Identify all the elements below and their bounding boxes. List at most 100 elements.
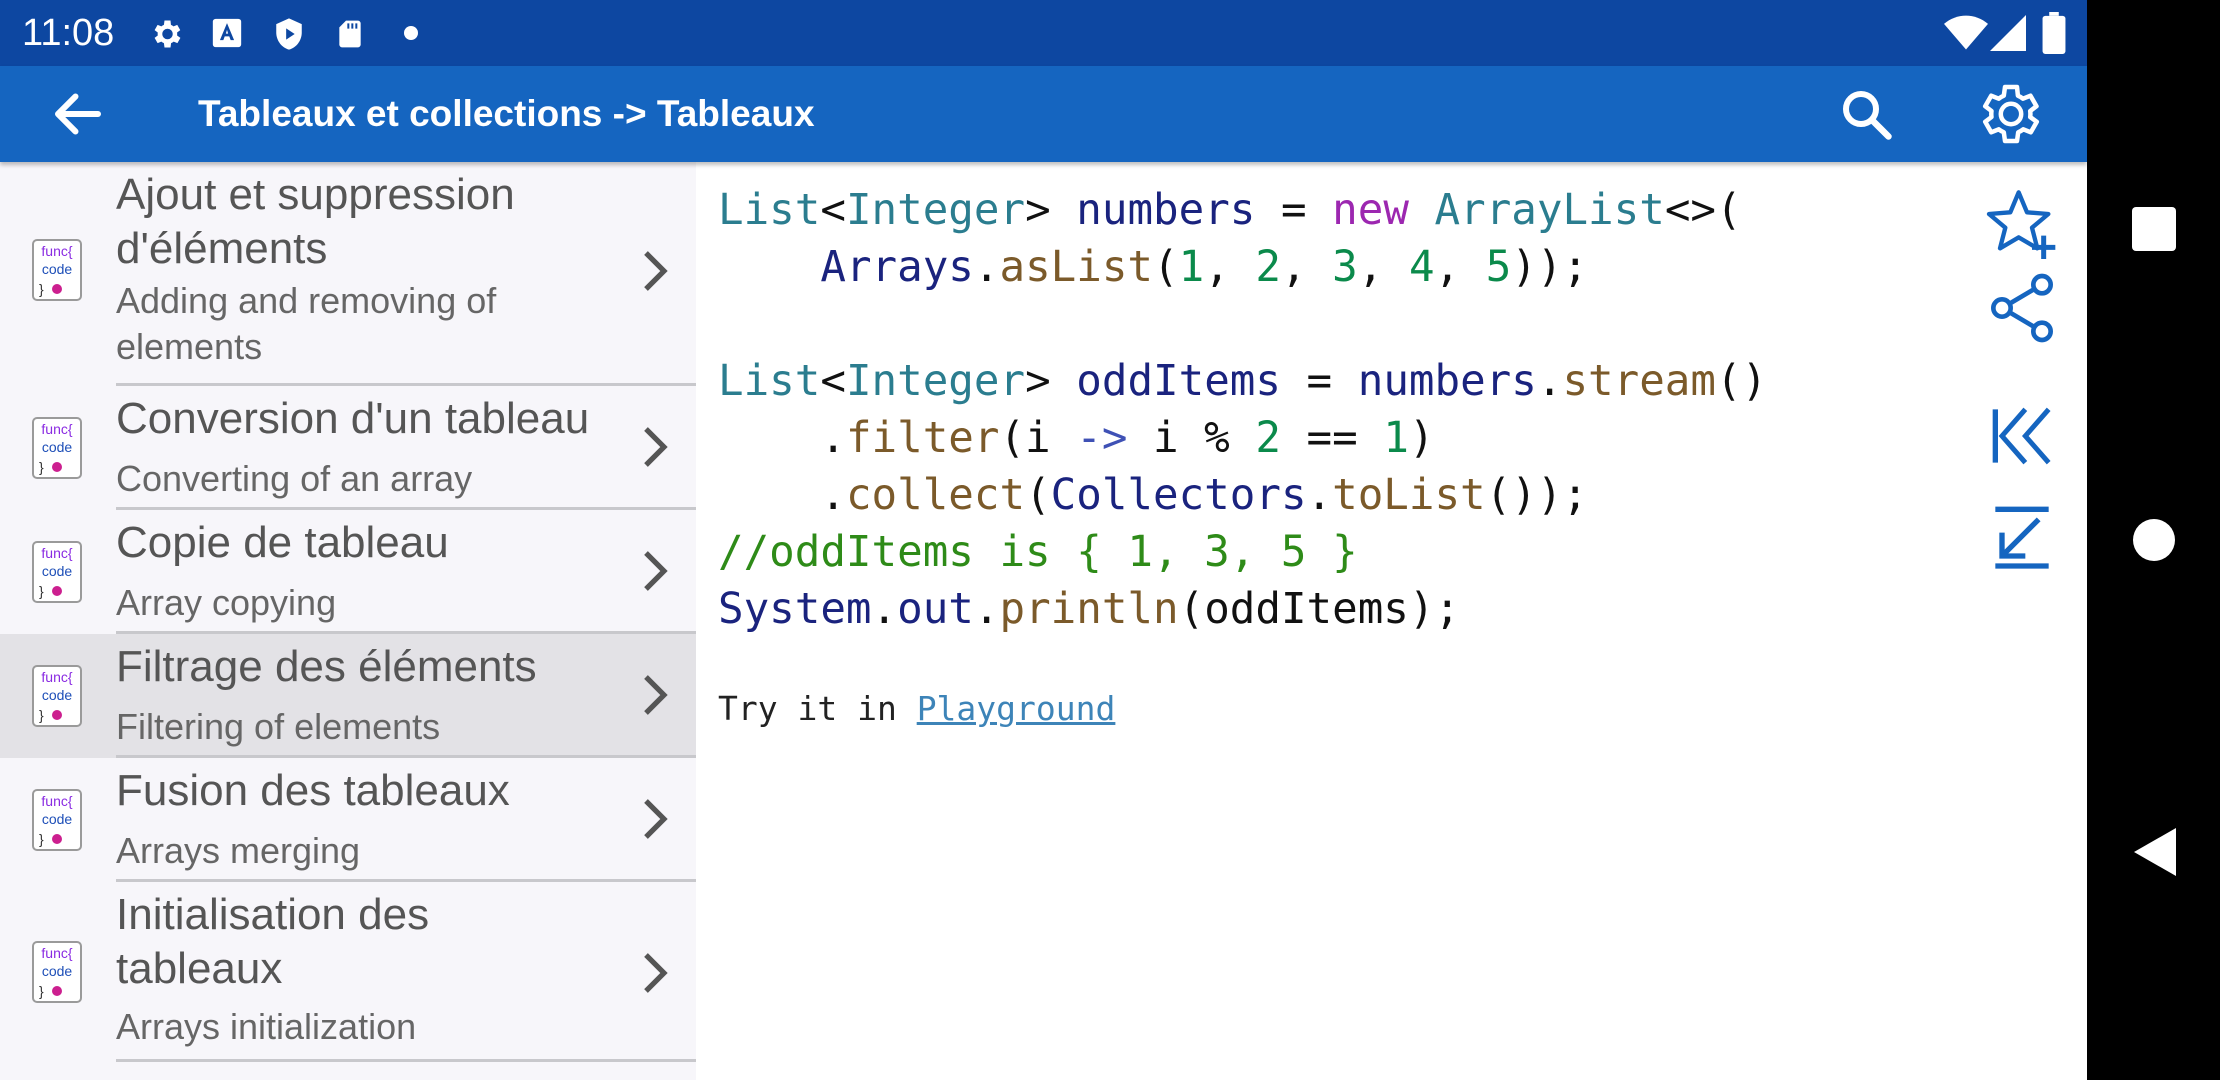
list-item[interactable]: func{ code} Initialisation des tableaux Arra… [0,882,696,1062]
chevron-right-icon [644,953,668,993]
list-item-title-line: d'éléments [116,224,328,273]
icon-text-brace: } [39,459,44,475]
icon-text-func: func{ [41,421,72,437]
code-line-4: List<Integer> oddItems = numbers.stream(… [718,357,1768,406]
icon-text-brace: } [39,983,44,999]
list-item-title-line: Conversion d'un tableau [116,394,590,443]
list-item-subtitle-line: Converting of an array [116,458,473,499]
list-item[interactable]: func{ code} Ajout et suppression d'éléments… [0,162,696,386]
home-circle-icon[interactable] [2133,519,2175,561]
list-item-title-line: Filtrage des éléments [116,642,537,691]
list-item[interactable]: func{ code} Filtrage des éléments Filtering… [0,634,696,758]
list-item-title-line: Ajout et suppression [116,170,515,219]
list-item-subtitle: Filtering of elements [116,704,636,750]
list-item-subtitle: Arrays initialization [116,1004,636,1050]
chevron-right-icon [644,551,668,591]
list-item-subtitle: Adding and removing of elements [116,278,636,370]
list-item-title-line: Copie de tableau [116,518,449,567]
list-item-subtitle-line: elements [116,326,263,367]
back-triangle-icon[interactable] [2134,828,2176,876]
icon-text-brace: } [39,831,44,847]
list-item-subtitle: Converting of an array [116,456,636,502]
text-a-icon [212,18,242,48]
icon-text-code: code [42,439,73,455]
chevron-right-icon [644,427,668,467]
list-item-title: Filtrage des éléments [116,640,636,694]
star-plus-icon[interactable] [1982,184,2062,264]
func-code-icon: func{ code} [32,417,82,479]
code-line-7: //oddItems is { 1, 3, 5 } [718,528,1358,577]
chevron-right-icon [644,799,668,839]
status-time: 11:08 [22,12,115,54]
chevron-right-icon [644,251,668,291]
icon-text-code: code [42,963,73,979]
list-divider [116,1059,696,1062]
func-code-icon: func{ code} [32,239,82,301]
gear-icon [154,20,181,48]
icon-text-func: func{ [41,545,72,561]
list-item-title: Copie de tableau [116,516,636,570]
code-line-8: System.out.println(oddItems); [718,585,1461,634]
list-item-subtitle: Arrays merging [116,828,636,874]
code-panel: List<Integer> numbers = new ArrayList<>(… [696,162,1946,1080]
battery-icon [2042,12,2066,54]
icon-text-func: func{ [41,669,72,685]
list-item[interactable]: func{ code} Fusion des tableaux Arrays merg… [0,758,696,882]
status-bar: 11:08 [0,0,2087,66]
icon-text-brace: } [39,583,44,599]
code-line-2: Arrays.asList(1, 2, 3, 4, 5)); [820,243,1589,292]
sd-card-icon [339,20,361,48]
system-nav-bar [2087,0,2220,1080]
playground-link[interactable]: Playground [917,689,1116,728]
icon-text-func: func{ [41,793,72,809]
side-toolbar [1946,162,2087,1080]
func-code-icon: func{ code} [32,665,82,727]
search-icon[interactable] [1836,84,1896,144]
list-item-subtitle-line: Filtering of elements [116,706,441,747]
icon-text-brace: } [39,281,44,297]
chevron-right-icon [644,675,668,715]
try-prefix: Try it in [718,689,917,728]
list-item-title: Fusion des tableaux [116,764,636,818]
list-item[interactable]: func{ code} Copie de tableau Array copying [0,510,696,634]
list-item-title: Conversion d'un tableau [116,392,636,446]
code-line-6: .collect(Collectors.toList()); [718,471,1589,520]
skip-to-start-icon[interactable] [1982,396,2062,476]
code-line-5: .filter(i -> i % 2 == 1) [718,414,1435,463]
page-title: Tableaux et collections -> Tableaux [198,93,815,134]
list-item[interactable]: func{ code} Conversion d'un tableau Convert… [0,386,696,510]
list-item-title-line: Initialisation des [116,890,430,939]
arrow-down-left-icon[interactable] [1982,496,2062,576]
shield-icon [276,18,302,50]
code-block: List<Integer> numbers = new ArrayList<>(… [718,182,1767,638]
list-item-title-line: tableaux [116,944,283,993]
wifi-icon [1944,15,1988,50]
icon-text-brace: } [39,707,44,723]
share-icon[interactable] [1982,268,2062,348]
list-item-title-line: Fusion des tableaux [116,766,510,815]
back-arrow-icon[interactable] [48,84,108,144]
icon-text-code: code [42,563,73,579]
icon-text-code: code [42,811,73,827]
list-item-title: Initialisation des tableaux [116,888,636,996]
app-bar: Tableaux et collections -> Tableaux [0,66,2087,162]
func-code-icon: func{ code} [32,541,82,603]
recents-square-icon[interactable] [2132,207,2176,251]
dot-icon [404,26,418,40]
func-code-icon: func{ code} [32,941,82,1003]
icon-text-func: func{ [41,945,72,961]
try-it-line: Try it in Playground [718,688,1115,730]
list-item-subtitle-line: Adding and removing of [116,280,497,321]
settings-gear-icon[interactable] [1972,78,2044,150]
icon-text-func: func{ [41,243,72,259]
func-code-icon: func{ code} [32,789,82,851]
icon-text-code: code [42,687,73,703]
list-item-subtitle-line: Array copying [116,582,337,623]
app-screen: 11:08 Tableaux et collections -> Tableau… [0,0,2087,1080]
list-item-subtitle-line: Arrays merging [116,830,361,871]
list-item-title: Ajout et suppression d'éléments [116,168,636,276]
icon-text-code: code [42,261,73,277]
topic-list: func{ code} Ajout et suppression d'éléments… [0,162,696,1080]
list-item-subtitle: Array copying [116,580,636,626]
signal-icon [1990,15,2026,51]
